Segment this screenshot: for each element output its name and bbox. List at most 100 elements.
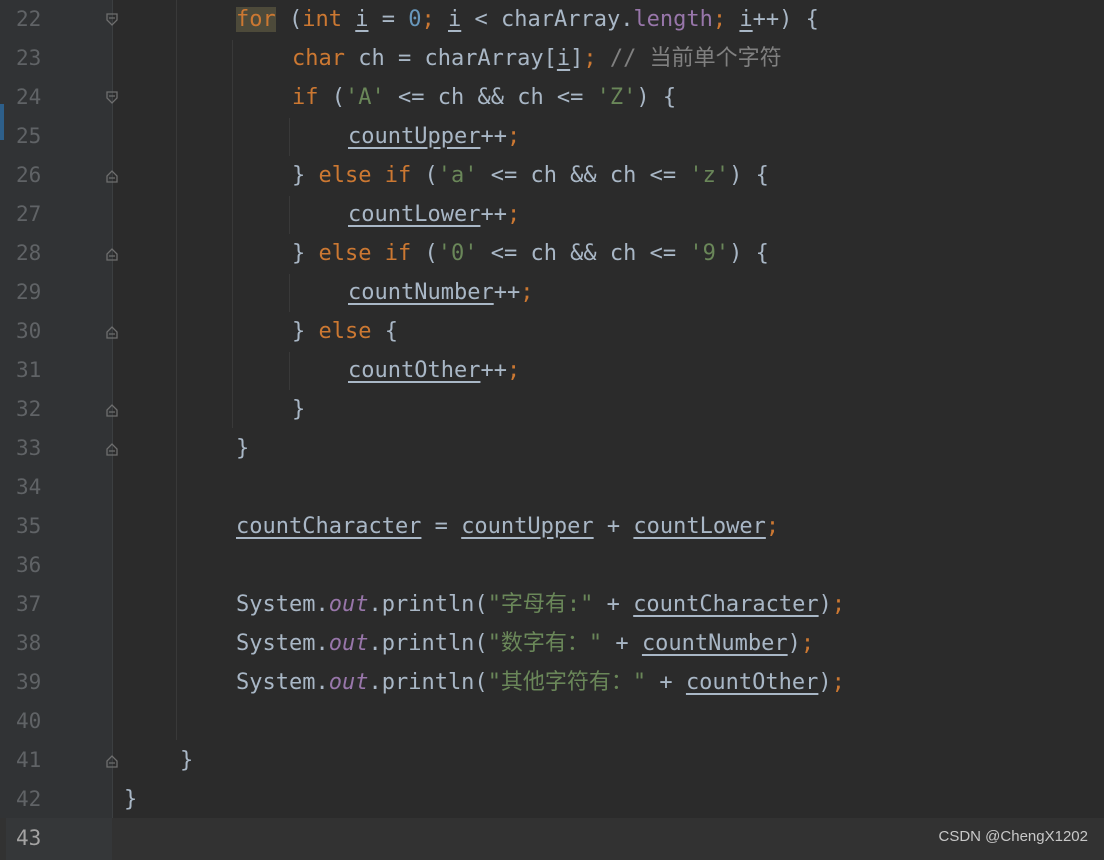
line-number: 35 bbox=[16, 514, 42, 538]
code-line[interactable]: 25 countUpper++; bbox=[0, 117, 1104, 156]
watermark: CSDN @ChengX1202 bbox=[938, 828, 1088, 845]
fold-close-icon[interactable] bbox=[104, 441, 120, 457]
code-token: ++ bbox=[480, 358, 507, 383]
code-line[interactable]: 38 System.out.println("数字有：" + countNumb… bbox=[0, 624, 1104, 663]
code-token: = bbox=[368, 7, 409, 32]
variable-token: countCharacter bbox=[236, 514, 422, 539]
line-number: 30 bbox=[16, 319, 42, 343]
code-line[interactable]: 26 } else if ('a' <= ch && ch <= 'z') { bbox=[0, 156, 1104, 195]
code-line[interactable]: 40 bbox=[0, 702, 1104, 741]
fold-close-icon[interactable] bbox=[104, 168, 120, 184]
fold-close-icon[interactable] bbox=[104, 402, 120, 418]
code-token: <= ch && ch <= bbox=[477, 241, 690, 266]
code-token: = bbox=[421, 514, 462, 539]
code-line[interactable]: 41 } bbox=[0, 741, 1104, 780]
code-line[interactable]: 34 bbox=[0, 468, 1104, 507]
code-token: ++) { bbox=[752, 7, 819, 32]
code-token: ( bbox=[411, 241, 438, 266]
code-text: } bbox=[124, 780, 137, 819]
string-token: 'a' bbox=[437, 163, 478, 188]
code-token: } bbox=[292, 397, 306, 422]
variable-token: countOther bbox=[685, 670, 819, 695]
code-line[interactable]: 31 countOther++; bbox=[0, 351, 1104, 390]
fold-close-icon[interactable] bbox=[104, 753, 120, 769]
variable-token: i bbox=[739, 7, 753, 32]
code-text: System.out.println("数字有：" + countNumber)… bbox=[236, 624, 814, 663]
code-line[interactable]: 23 char ch = charArray[i]; // 当前单个字符 bbox=[0, 39, 1104, 78]
code-token: System. bbox=[236, 670, 329, 695]
variable-token: countLower bbox=[348, 202, 481, 227]
variable-token: countCharacter bbox=[633, 592, 819, 617]
fold-open-icon[interactable] bbox=[104, 12, 120, 28]
code-token: + bbox=[593, 592, 634, 617]
code-line[interactable]: 36 bbox=[0, 546, 1104, 585]
code-token: ) bbox=[787, 631, 801, 656]
code-token: <= ch && ch <= bbox=[384, 85, 597, 110]
code-token: ] bbox=[570, 46, 584, 71]
code-line[interactable]: 37 System.out.println("字母有:" + countChar… bbox=[0, 585, 1104, 624]
code-line[interactable]: 30 } else { bbox=[0, 312, 1104, 351]
line-number: 25 bbox=[16, 124, 42, 148]
code-line[interactable]: 29 countNumber++; bbox=[0, 273, 1104, 312]
code-token: ; bbox=[583, 46, 610, 71]
string-token: "其他字符有：" bbox=[487, 670, 647, 695]
code-text: } bbox=[236, 429, 249, 468]
code-token: ) bbox=[818, 592, 832, 617]
line-number: 22 bbox=[16, 7, 42, 31]
code-token: ++ bbox=[480, 202, 507, 227]
string-token: 'z' bbox=[689, 163, 730, 188]
variable-token: i bbox=[556, 46, 571, 71]
line-number: 29 bbox=[16, 280, 42, 304]
code-line[interactable]: 33 } bbox=[0, 429, 1104, 468]
field-token: length bbox=[633, 7, 713, 32]
string-token: "数字有：" bbox=[487, 631, 603, 656]
code-token: ) { bbox=[729, 163, 769, 188]
code-token: } bbox=[124, 787, 138, 812]
variable-token: countUpper bbox=[461, 514, 594, 539]
code-line[interactable]: 24 if ('A' <= ch && ch <= 'Z') { bbox=[0, 78, 1104, 117]
code-token: ; bbox=[520, 280, 534, 305]
line-number: 24 bbox=[16, 85, 42, 109]
keyword-token: else if bbox=[318, 241, 412, 266]
line-number: 33 bbox=[16, 436, 42, 460]
code-token: ; bbox=[506, 124, 521, 149]
code-token: ; bbox=[506, 358, 521, 383]
field-token: out bbox=[328, 631, 369, 656]
code-line[interactable]: 39 System.out.println("其他字符有：" + countOt… bbox=[0, 663, 1104, 702]
line-number: 23 bbox=[16, 46, 42, 70]
code-token: < charArray. bbox=[461, 7, 634, 32]
line-number: 28 bbox=[16, 241, 42, 265]
code-line[interactable]: 28 } else if ('0' <= ch && ch <= '9') { bbox=[0, 234, 1104, 273]
string-token: '9' bbox=[689, 241, 730, 266]
keyword-token: else if bbox=[318, 163, 412, 188]
fold-close-icon[interactable] bbox=[104, 324, 120, 340]
code-text: } bbox=[292, 390, 305, 429]
line-number: 41 bbox=[16, 748, 42, 772]
code-line[interactable]: 22 for (int i = 0; i < charArray.length;… bbox=[0, 0, 1104, 39]
fold-open-icon[interactable] bbox=[104, 90, 120, 106]
line-number: 32 bbox=[16, 397, 42, 421]
code-token: ; bbox=[765, 514, 780, 539]
code-token: } bbox=[180, 748, 194, 773]
code-token: + bbox=[602, 631, 642, 656]
variable-token: i bbox=[355, 7, 369, 32]
code-text: System.out.println("其他字符有：" + countOther… bbox=[236, 663, 845, 702]
field-token: out bbox=[328, 670, 369, 695]
code-line[interactable]: 27 countLower++; bbox=[0, 195, 1104, 234]
keyword-token: int bbox=[302, 7, 342, 32]
code-token: } bbox=[292, 319, 319, 344]
line-number: 31 bbox=[16, 358, 42, 382]
comment-token: // 当前单个字符 bbox=[609, 46, 782, 71]
line-number: 39 bbox=[16, 670, 42, 694]
fold-close-icon[interactable] bbox=[104, 246, 120, 262]
code-line[interactable]: 32 } bbox=[0, 390, 1104, 429]
code-text: countOther++; bbox=[348, 351, 520, 390]
code-token: ; bbox=[831, 670, 845, 695]
keyword-token: if bbox=[292, 85, 319, 110]
code-text: } bbox=[180, 741, 193, 780]
string-token: '0' bbox=[437, 241, 478, 266]
code-token: + bbox=[593, 514, 634, 539]
code-line[interactable]: 42 } bbox=[0, 780, 1104, 819]
code-token: ( bbox=[411, 163, 438, 188]
code-line[interactable]: 35 countCharacter = countUpper + countLo… bbox=[0, 507, 1104, 546]
